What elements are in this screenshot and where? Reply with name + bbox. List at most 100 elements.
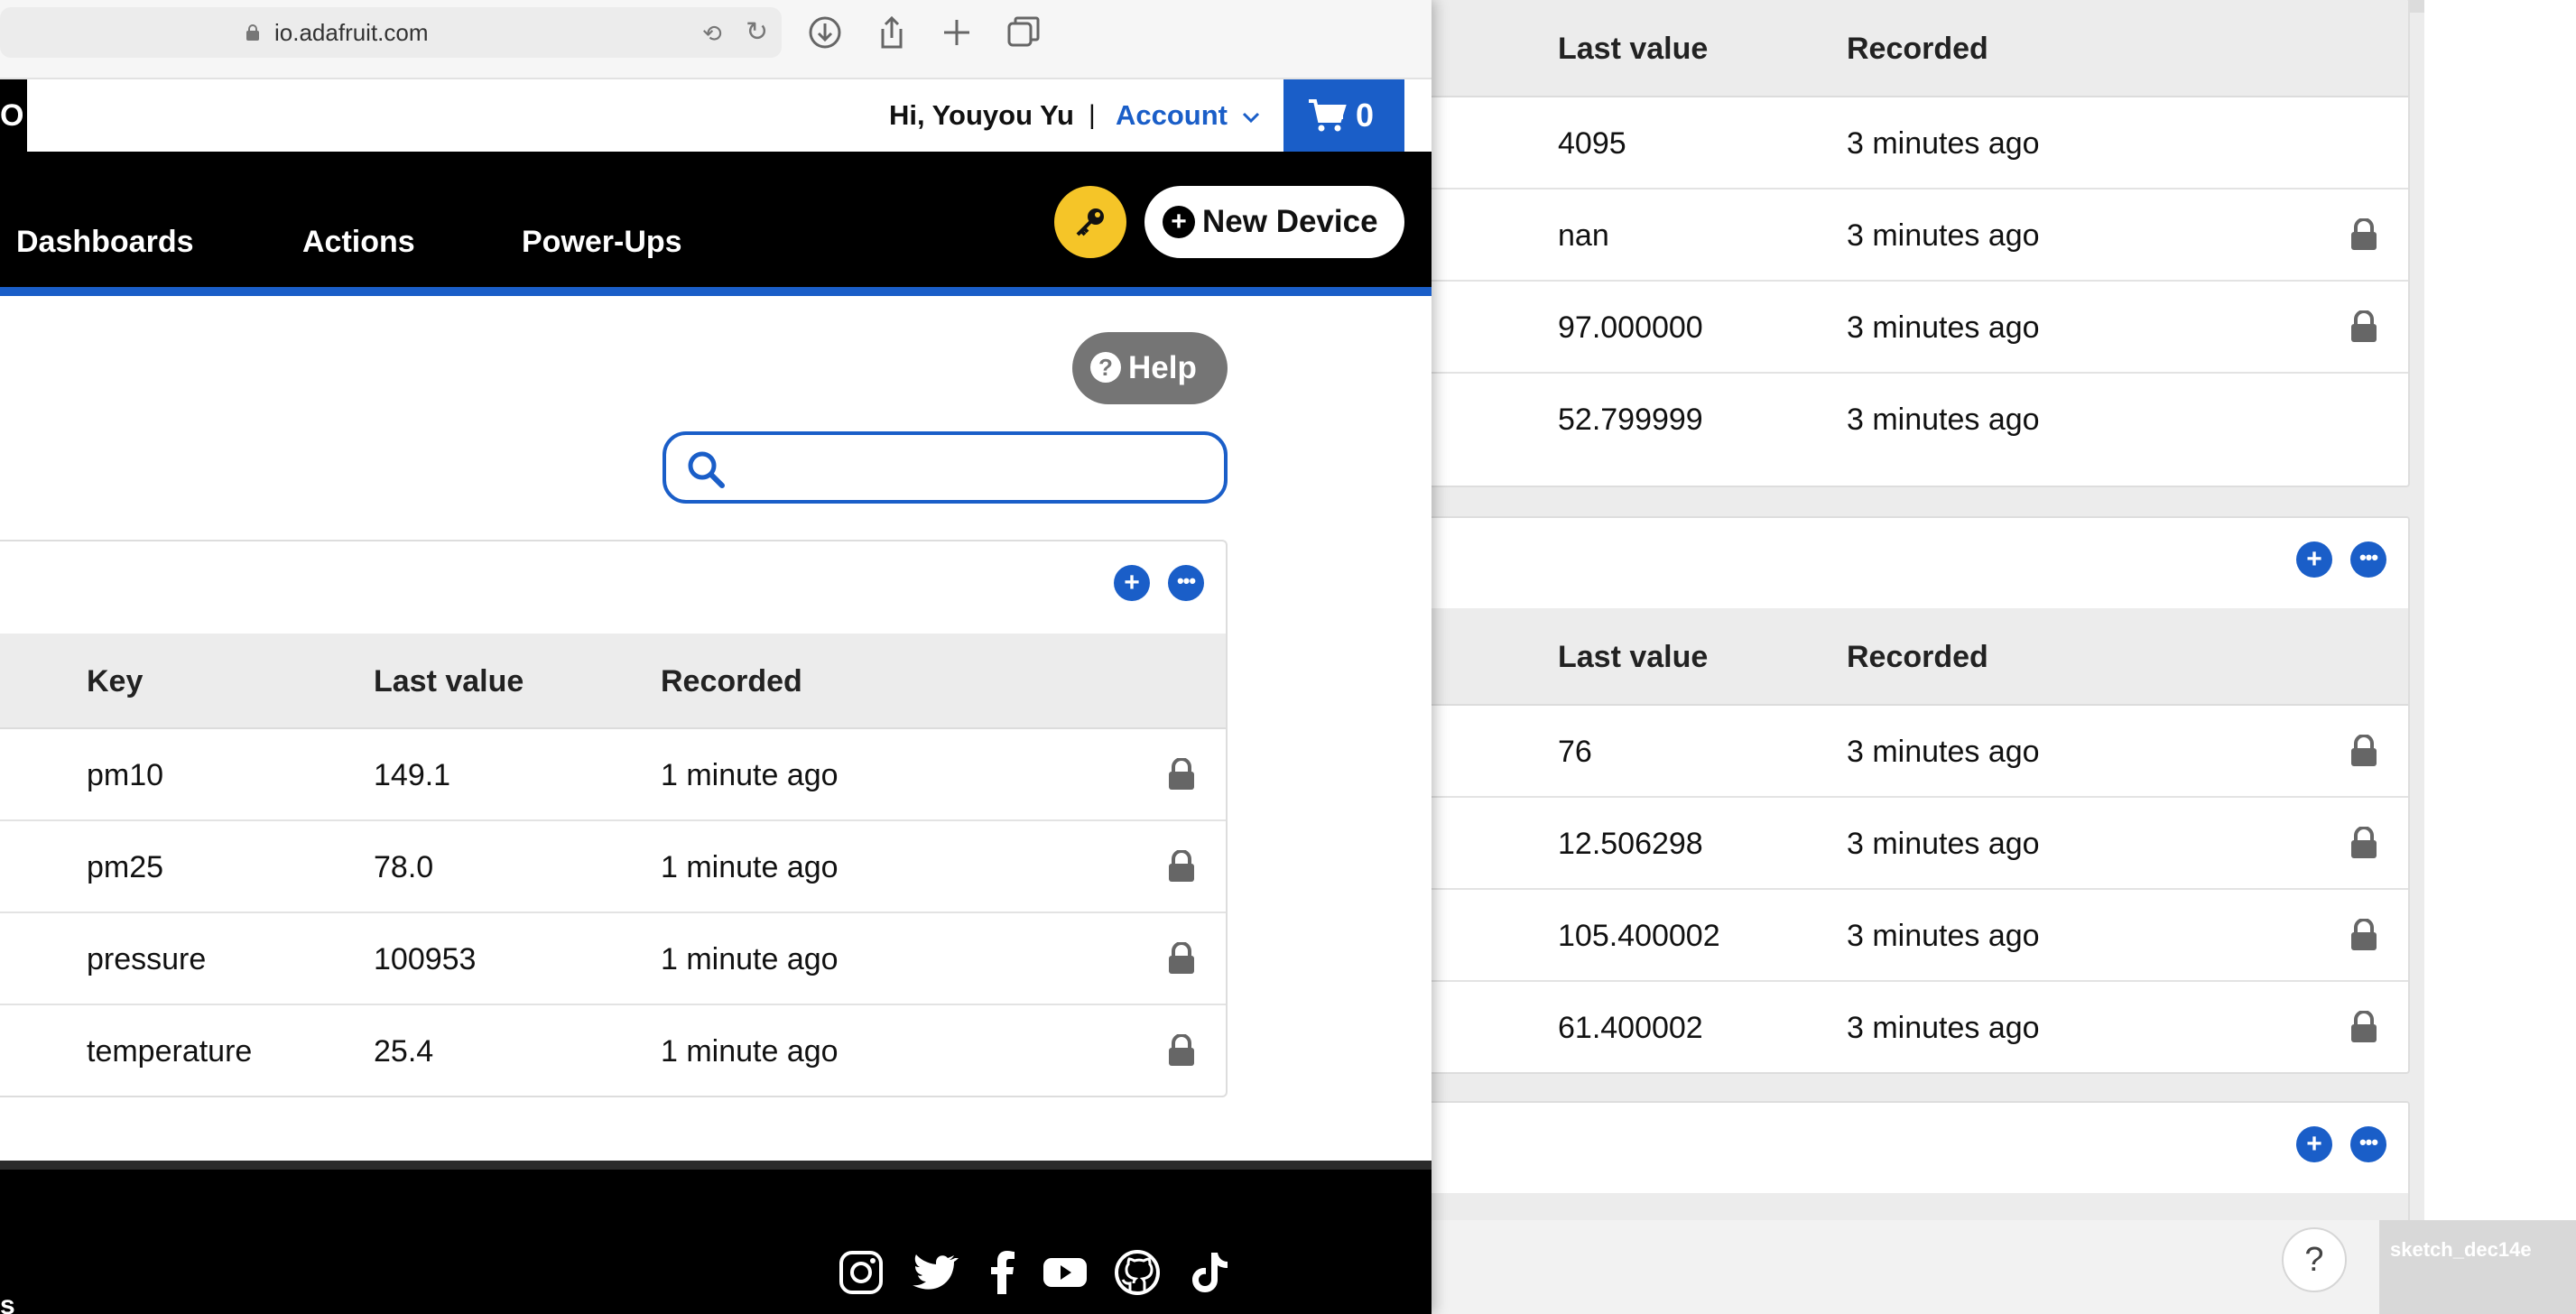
footer-text: s [0,1291,15,1314]
lock-icon [2351,310,2377,342]
table-row[interactable]: 12.506298 3 minutes ago [1432,798,2408,890]
table-row[interactable]: 4095 3 minutes ago [1432,97,2408,190]
last-value: 25.4 [374,1034,434,1069]
table-row[interactable]: 76 3 minutes ago [1432,706,2408,798]
group-actions: + ••• [1432,518,2408,608]
column-header-last-value: Last value [1558,640,1709,674]
search-field[interactable] [663,431,1228,504]
group-actions: + ••• [1432,1103,2408,1193]
help-button[interactable]: ? Help [1072,332,1228,404]
group-actions: + ••• [0,541,1226,634]
new-tab-icon[interactable] [937,13,977,52]
table-row[interactable]: pm10 149.1 1 minute ago [0,729,1226,821]
lock-icon [2351,919,2377,950]
secure-lock-icon [246,24,259,41]
user-bar: O Hi, Youyou Yu | Account 0 [0,79,1432,152]
address-bar[interactable]: io.adafruit.com ⟲ ↻ [0,7,782,58]
logo[interactable]: O [0,79,27,152]
cart-count: 0 [1356,97,1375,134]
separator: | [1089,100,1096,130]
table-row[interactable]: 105.400002 3 minutes ago [1432,890,2408,982]
github-icon[interactable] [1112,1247,1163,1298]
translate-icon[interactable]: ⟲ [702,20,722,48]
reload-icon[interactable]: ↻ [746,16,768,48]
lock-icon [2351,218,2377,250]
plus-circle-icon: + [1163,206,1195,238]
background-footer-strip [1432,1220,2379,1314]
instagram-icon[interactable] [836,1247,886,1298]
column-header-key: Key [87,664,144,699]
table-row[interactable]: pressure 100953 1 minute ago [0,913,1226,1005]
column-header-recorded: Recorded [1847,640,1988,674]
help-label: Help [1128,350,1197,385]
background-window: Last value Recorded 4095 3 minutes ago n… [1432,0,2576,1314]
browser-toolbar: io.adafruit.com ⟲ ↻ [0,0,1432,79]
cart-button[interactable]: 0 [1283,79,1404,152]
nav-power-ups[interactable]: Power-Ups [522,152,682,296]
search-input[interactable] [738,444,1208,491]
add-feed-button[interactable]: + [1114,565,1150,601]
recorded-time: 3 minutes ago [1847,310,2040,345]
lock-icon[interactable] [1166,850,1197,883]
lock-icon[interactable] [1166,942,1197,975]
lock-icon[interactable] [1166,1034,1197,1067]
feed-key[interactable]: pm10 [87,729,163,821]
new-device-label: New Device [1202,204,1378,239]
last-value: 78.0 [374,850,434,884]
more-options-button[interactable]: ••• [2350,1126,2386,1162]
nav-actions[interactable]: Actions [302,152,415,296]
table-row[interactable]: pm25 78.0 1 minute ago [0,821,1226,913]
cart-icon [1309,99,1347,132]
table-row[interactable]: 52.799999 3 minutes ago [1432,374,2408,466]
api-key-button[interactable] [1054,186,1126,258]
add-feed-button[interactable]: + [2296,541,2332,578]
recorded-time: 3 minutes ago [1847,919,2040,953]
last-value: nan [1558,218,1609,253]
share-icon[interactable] [872,13,912,52]
lock-icon[interactable] [1166,758,1197,791]
last-value: 61.400002 [1558,1011,1703,1045]
feed-key[interactable]: pressure [87,913,206,1005]
new-device-button[interactable]: + New Device [1144,186,1404,258]
column-header-recorded: Recorded [1847,32,1988,66]
desktop-file-label[interactable]: sketch_dec14e [2390,1238,2532,1262]
table-row[interactable]: nan 3 minutes ago [1432,190,2408,282]
help-button[interactable]: ? [2282,1227,2347,1292]
main-nav: Dashboards Actions Power-Ups + New Devic… [0,152,1432,296]
recorded-time: 3 minutes ago [1847,827,2040,861]
recorded-time: 1 minute ago [661,850,839,884]
table-header: Last value Recorded [1432,608,2408,706]
background-page: Last value Recorded 4095 3 minutes ago n… [1432,0,2424,1220]
recorded-time: 1 minute ago [661,1034,839,1069]
youtube-icon[interactable] [1040,1247,1090,1298]
more-options-button[interactable]: ••• [2350,541,2386,578]
feed-key[interactable]: pm25 [87,821,163,913]
twitter-icon[interactable] [910,1247,960,1298]
background-feed-table-3: + ••• [1432,1101,2410,1220]
lock-icon [2351,1011,2377,1042]
desktop-area: sketch_dec14e [2379,1220,2576,1314]
nav-dashboards[interactable]: Dashboards [16,152,194,296]
feed-key[interactable]: temperature [87,1005,252,1096]
account-menu[interactable]: Account [1116,79,1261,152]
tab-overview-icon[interactable] [1004,13,1043,52]
downloads-icon[interactable] [805,13,845,52]
add-feed-button[interactable]: + [2296,1126,2332,1162]
tiktok-icon[interactable] [1184,1247,1235,1298]
account-label: Account [1116,99,1228,131]
background-feed-table-2: + ••• Last value Recorded 76 3 minutes a… [1432,516,2410,1074]
facebook-icon[interactable] [978,1247,1029,1298]
column-header-recorded: Recorded [661,664,802,699]
more-options-button[interactable]: ••• [1168,565,1204,601]
lock-icon [2351,735,2377,766]
last-value: 100953 [374,942,477,976]
url-text: io.adafruit.com [274,19,429,46]
table-header: Last value Recorded [1432,0,2408,97]
column-header-last-value: Last value [374,664,524,699]
greeting: Hi, Youyou Yu [889,99,1074,131]
table-row[interactable]: 61.400002 3 minutes ago [1432,982,2408,1072]
recorded-time: 3 minutes ago [1847,1011,2040,1045]
recorded-time: 3 minutes ago [1847,735,2040,769]
table-row[interactable]: 97.000000 3 minutes ago [1432,282,2408,374]
table-row[interactable]: temperature 25.4 1 minute ago [0,1005,1226,1096]
